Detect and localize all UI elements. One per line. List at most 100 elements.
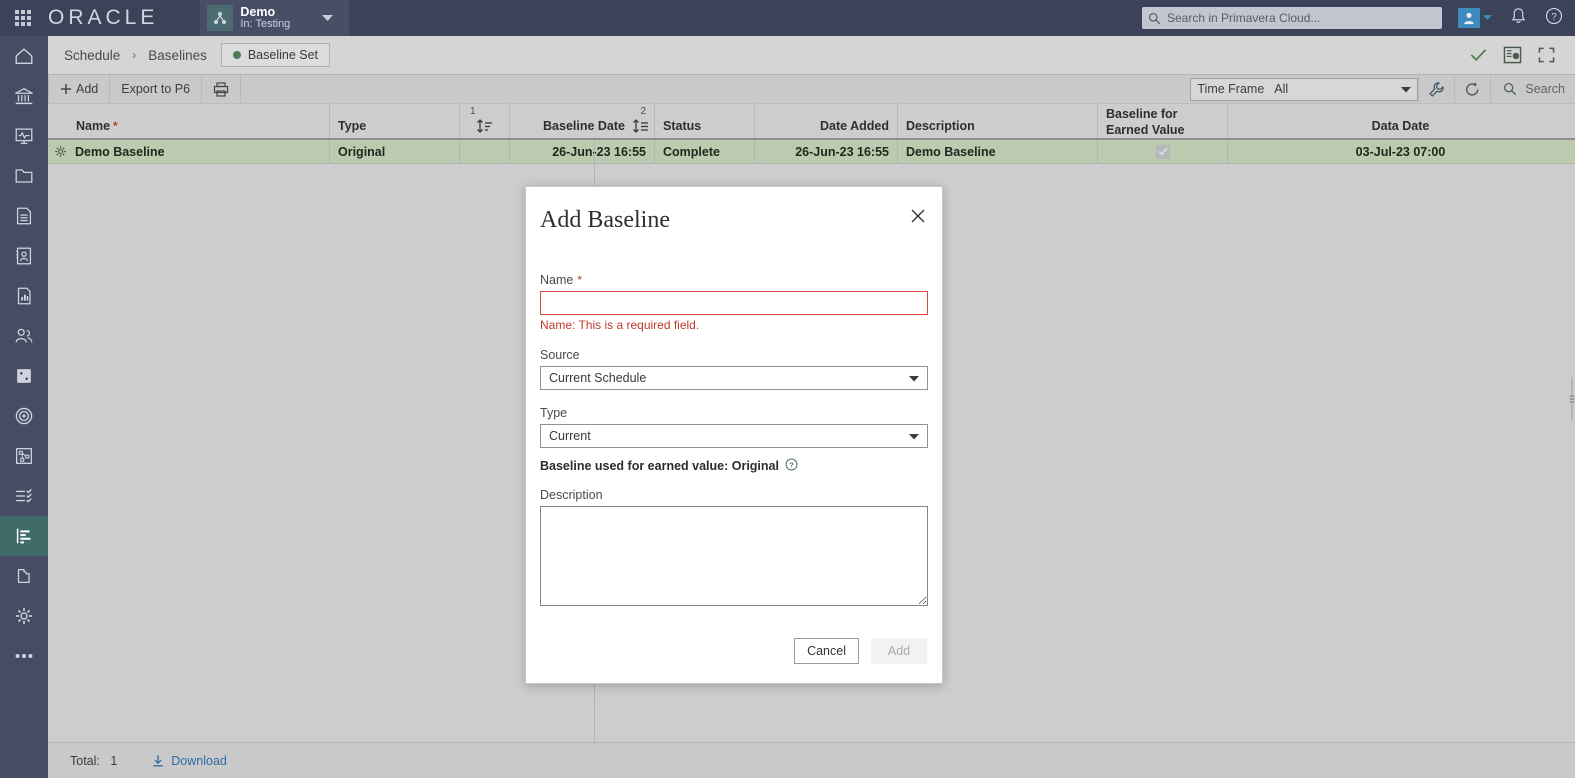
source-field-label: Source: [540, 348, 930, 362]
ellipsis-icon: [15, 653, 33, 659]
column-header-sort-1[interactable]: 1: [460, 102, 510, 138]
column-header-data-date[interactable]: Data Date: [1228, 102, 1573, 138]
gear-row-icon[interactable]: [54, 145, 67, 158]
help-circle-icon[interactable]: ?: [785, 458, 798, 474]
sidebar-item-files[interactable]: [0, 156, 48, 196]
breadcrumb-actions: [1461, 40, 1575, 70]
chevron-down-icon[interactable]: [322, 9, 334, 27]
dialog-title: Add Baseline: [540, 207, 670, 233]
print-button[interactable]: [202, 74, 242, 104]
column-header-status[interactable]: Status: [655, 102, 755, 138]
help-question-icon[interactable]: ?: [1545, 7, 1563, 30]
cell-baseline-date: 26-Jun-23 16:55: [510, 139, 655, 164]
cell-status: Complete: [655, 139, 755, 164]
breadcrumb-parent[interactable]: Schedule: [64, 48, 120, 63]
sidebar-item-resources[interactable]: [0, 316, 48, 356]
required-asterisk: *: [577, 273, 583, 287]
report-preview-icon[interactable]: [1495, 40, 1529, 70]
chevron-down-icon: [909, 371, 919, 385]
project-status: In: Testing: [240, 17, 291, 30]
configure-settings-button[interactable]: [1418, 75, 1454, 103]
project-selector[interactable]: Demo In: Testing: [200, 0, 350, 36]
sidebar-item-workflow[interactable]: [0, 436, 48, 476]
folder-icon: [15, 169, 33, 183]
add-button[interactable]: Add: [48, 74, 111, 104]
avatar[interactable]: [1458, 8, 1492, 28]
sidebar-item-more[interactable]: [0, 636, 48, 676]
sidebar-item-contacts[interactable]: [0, 236, 48, 276]
column-header-description[interactable]: Description: [898, 102, 1098, 138]
name-error-message: Name: This is a required field.: [540, 318, 700, 332]
sidebar-item-scope-items[interactable]: [0, 556, 48, 596]
close-icon[interactable]: [907, 205, 929, 227]
sort-descending-icon: [633, 119, 648, 133]
name-input[interactable]: [540, 291, 928, 315]
column-header-name[interactable]: Name *: [48, 102, 330, 138]
type-select[interactable]: Current: [540, 424, 928, 448]
fullscreen-icon[interactable]: [1529, 40, 1563, 70]
sort-order-number: 2: [640, 106, 646, 117]
add-confirm-button[interactable]: Add: [871, 638, 927, 664]
sidebar-item-tasks[interactable]: [0, 476, 48, 516]
table-search-placeholder: Search: [1525, 82, 1565, 96]
download-button[interactable]: Download: [151, 754, 227, 768]
app-grid-icon[interactable]: [0, 0, 46, 36]
refresh-icon: [1466, 81, 1479, 96]
chevron-down-icon: [1483, 15, 1492, 21]
sidebar-item-dashboards[interactable]: [0, 116, 48, 156]
user-avatar-icon: [1458, 8, 1480, 28]
time-frame-select[interactable]: Time Frame All: [1190, 77, 1419, 101]
breadcrumb: Schedule › Baselines Baseline Set: [48, 36, 1575, 75]
sidebar-item-risk[interactable]: [0, 356, 48, 396]
export-to-p6-button[interactable]: Export to P6: [110, 74, 203, 104]
earned-value-note: Baseline used for earned value: Original…: [540, 458, 930, 474]
panel-collapse-handle[interactable]: [1569, 377, 1575, 421]
column-header-type[interactable]: Type: [330, 102, 460, 138]
check-icon[interactable]: [1461, 40, 1495, 70]
contact-card-icon: [16, 247, 32, 265]
description-textarea[interactable]: [540, 506, 928, 606]
global-search-input[interactable]: Search in Primavera Cloud...: [1142, 7, 1442, 29]
refresh-button[interactable]: [1454, 75, 1490, 103]
cell-date-added: 26-Jun-23 16:55: [755, 139, 898, 164]
sidebar-item-portfolio[interactable]: [0, 76, 48, 116]
type-label-text: Type: [540, 406, 568, 420]
download-label: Download: [171, 753, 227, 768]
report-chart-icon: [17, 287, 31, 305]
monitor-pulse-icon: [15, 128, 33, 144]
notifications-bell-icon[interactable]: [1510, 7, 1527, 30]
home-icon: [15, 48, 33, 65]
source-label-text: Source: [540, 348, 580, 362]
table-row[interactable]: Demo Baseline Original 26-Jun-23 16:55 C…: [48, 139, 1575, 164]
source-select[interactable]: Current Schedule: [540, 366, 928, 390]
top-bar-right: Search in Primavera Cloud... ?: [1142, 0, 1575, 36]
table-search-input[interactable]: Search: [1490, 75, 1575, 103]
cell-name[interactable]: Demo Baseline: [48, 139, 330, 164]
column-header-baseline-date[interactable]: 2 Baseline Date: [510, 102, 655, 138]
sidebar-item-schedule[interactable]: [0, 516, 48, 556]
tab-baseline-set-label: Baseline Set: [247, 48, 319, 62]
earned-value-note-text: Baseline used for earned value: Original: [540, 459, 779, 473]
column-header-baseline-for-earned-value[interactable]: Baseline for Earned Value: [1098, 102, 1228, 138]
project-share-icon: [207, 5, 234, 31]
column-header-date-added[interactable]: Date Added: [755, 102, 898, 138]
sidebar-item-home[interactable]: [0, 36, 48, 76]
search-icon: [1504, 83, 1517, 96]
tab-baseline-set[interactable]: Baseline Set: [220, 43, 331, 67]
total-value: 1: [110, 753, 118, 768]
breadcrumb-current[interactable]: Baselines: [148, 48, 207, 63]
type-selected-value: Current: [549, 429, 591, 443]
checkbox-checked-icon: [1155, 144, 1170, 159]
search-icon: [1148, 12, 1161, 24]
gantt-bars-icon: [16, 528, 31, 544]
sidebar-item-reports[interactable]: [0, 276, 48, 316]
sidebar-item-scope[interactable]: [0, 396, 48, 436]
puzzle-piece-icon: [17, 568, 30, 584]
sidebar-item-settings[interactable]: [0, 596, 48, 636]
breadcrumb-separator-icon: ›: [132, 48, 137, 62]
people-icon: [15, 328, 33, 343]
cell-earned-value-checkbox[interactable]: [1098, 139, 1228, 164]
column-header-description-label: Description: [906, 119, 975, 133]
sidebar-item-documents[interactable]: [0, 196, 48, 236]
cancel-button[interactable]: Cancel: [794, 638, 859, 664]
